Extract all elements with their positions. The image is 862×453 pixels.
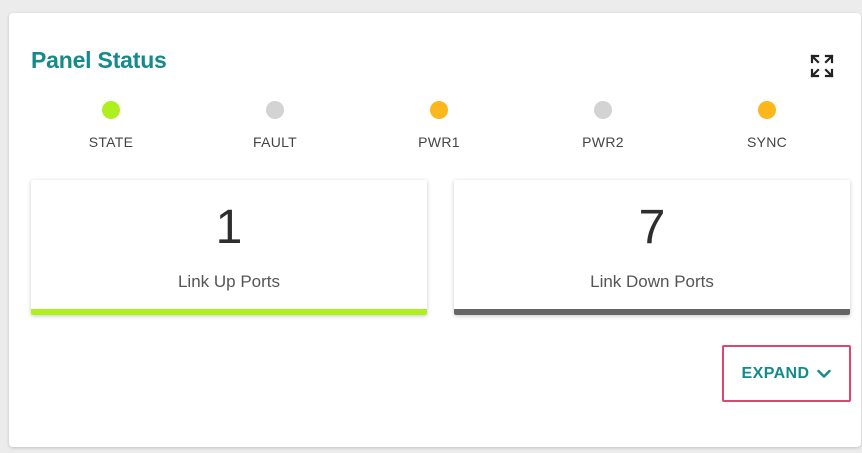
expand-button[interactable]: EXPAND [722,345,851,402]
link-up-label: Link Up Ports [177,272,281,291]
led-fault-label: FAULT [252,134,298,150]
panel-status-card: Panel Status STATE FAULT PWR1 PWR2 SYNC … [9,13,861,447]
expand-label: EXPAND [741,364,810,382]
led-pwr2: PWR2 [543,101,663,150]
led-state: STATE [51,101,171,150]
led-fault: FAULT [215,101,335,150]
led-pwr1: PWR1 [379,101,499,150]
link-down-label: Link Down Ports [590,272,714,291]
led-fault-dot [266,101,284,119]
led-sync-dot [758,101,776,119]
led-pwr2-dot [594,101,612,119]
link-up-ports-card: 1 Link Up Ports [31,180,427,315]
led-state-dot [102,101,120,119]
fullscreen-icon [810,54,834,78]
led-sync-label: SYNC [746,134,788,150]
link-up-count: 1 [215,201,243,254]
led-pwr2-label: PWR2 [582,134,624,150]
panel-title: Panel Status [31,47,167,73]
link-down-ports-card: 7 Link Down Ports [454,180,850,315]
link-down-status-bar [454,309,850,315]
led-state-label: STATE [88,134,134,150]
led-indicators: STATE FAULT PWR1 PWR2 SYNC [9,101,861,161]
led-pwr1-dot [430,101,448,119]
link-down-count: 7 [638,201,666,254]
led-sync: SYNC [707,101,827,150]
fullscreen-button[interactable] [805,49,839,83]
link-up-status-bar [31,309,427,315]
led-pwr1-label: PWR1 [418,134,460,150]
chevron-down-icon [817,369,832,378]
